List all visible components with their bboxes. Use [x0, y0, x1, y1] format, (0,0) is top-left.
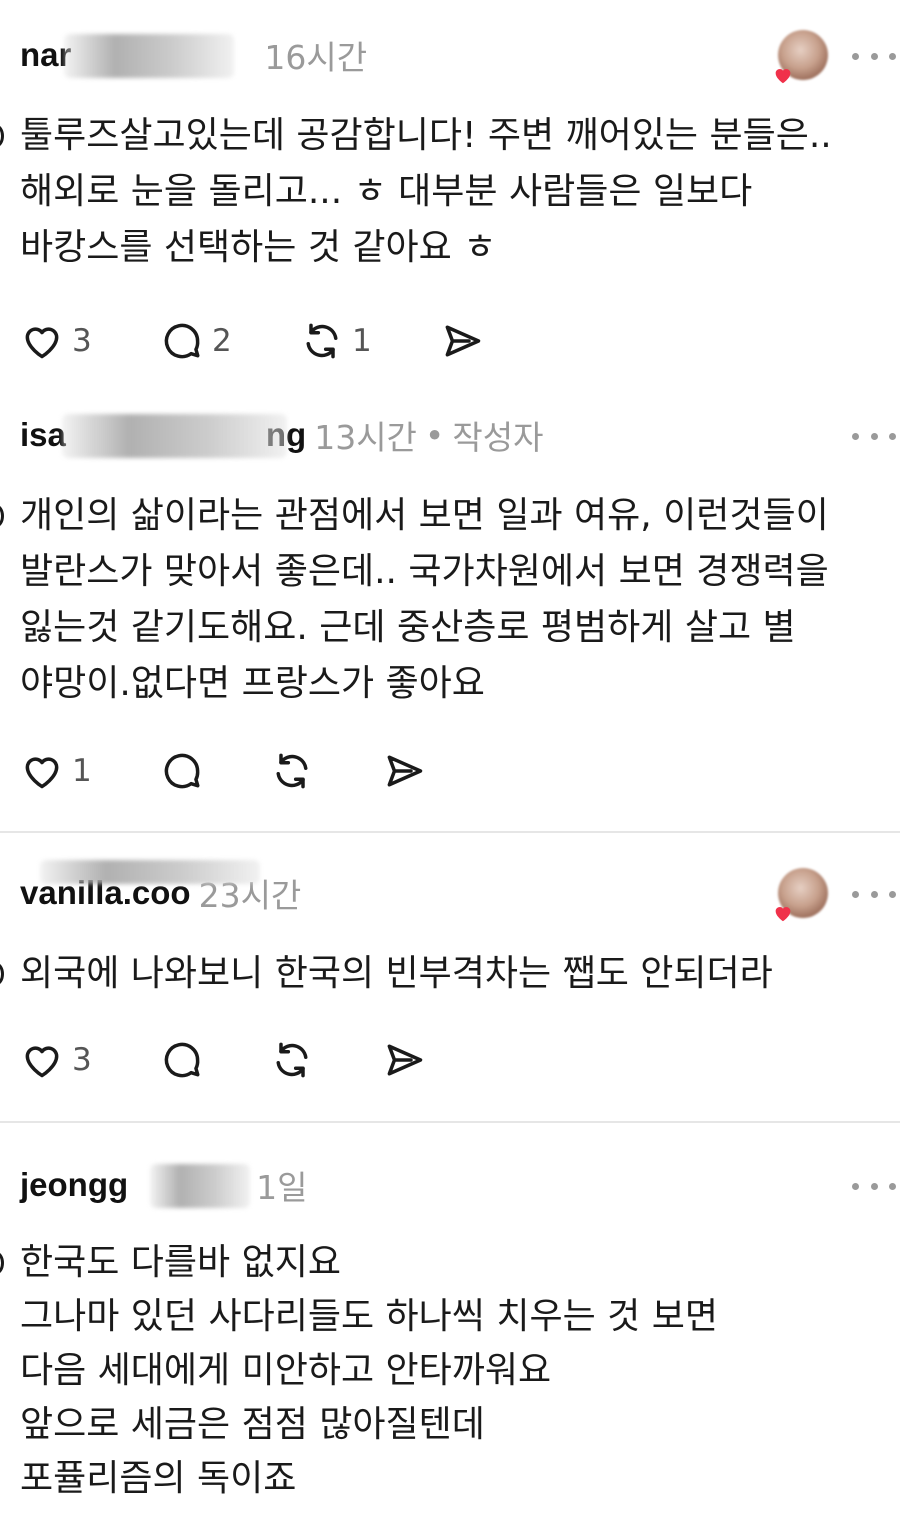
comment-body: 외국에 나와보니 한국의 빈부격차는 쨉도 안되더라 [0, 946, 773, 1002]
redacted-username [62, 414, 287, 458]
body-line: 잃는것 같기도해요. 근데 중산층로 평범하게 살고 별 [20, 607, 796, 648]
timestamp: 1일 [256, 1168, 308, 1207]
body-line: 그나마 있던 사다리들도 하나씩 치우는 것 보면 [20, 1296, 718, 1337]
reply-button[interactable]: 2 [160, 317, 232, 365]
heart-filled-icon [775, 69, 791, 84]
more-options-button[interactable] [852, 888, 896, 900]
like-button[interactable]: 3 [20, 1036, 92, 1084]
like-count: 1 [72, 753, 92, 789]
author-liked-avatar [770, 868, 828, 924]
share-button[interactable] [382, 747, 426, 795]
comment-bubble-icon [164, 323, 200, 359]
thread-indicator [0, 1252, 4, 1274]
comment-body: 개인의 삶이라는 관점에서 보면 일과 여유, 이런것들이 발란스가 맞아서 좋… [0, 488, 829, 712]
body-line: 발란스가 맞아서 좋은데.. 국가차원에서 보면 경쟁력을 [20, 551, 829, 592]
heart-icon [25, 327, 59, 359]
like-count: 3 [72, 1042, 92, 1078]
comment-body: 한국도 다를바 없지요 그나마 있던 사다리들도 하나씩 치우는 것 보면 다음… [0, 1236, 718, 1506]
separator-dot: • [424, 415, 445, 455]
heart-icon [25, 757, 59, 789]
more-options-button[interactable] [852, 50, 896, 62]
heart-filled-icon [775, 907, 791, 922]
repost-button[interactable]: 1 [300, 317, 372, 365]
like-count: 3 [72, 323, 92, 359]
timestamp: 13시간 [314, 418, 417, 457]
reply-button[interactable] [160, 1036, 204, 1084]
comment-bubble-icon [164, 1042, 200, 1078]
body-line: 야망이.없다면 프랑스가 좋아요 [20, 663, 485, 704]
share-button[interactable] [382, 1036, 426, 1084]
reply-count: 2 [212, 323, 232, 359]
author-liked-avatar [770, 30, 828, 86]
author-badge: 작성자 [452, 418, 544, 457]
body-line: 포퓰리즘의 독이죠 [20, 1458, 297, 1499]
repost-button[interactable] [270, 1036, 314, 1084]
body-line: 다음 세대에게 미안하고 안타까워요 [20, 1350, 552, 1391]
timestamp: 16시간 [264, 38, 368, 77]
reply-button[interactable] [160, 747, 204, 795]
send-icon [387, 755, 423, 787]
comment-divider [0, 1121, 900, 1123]
more-options-button[interactable] [852, 430, 896, 442]
share-button[interactable] [440, 317, 484, 365]
body-line: 앞으로 세금은 점점 많아질텐데 [20, 1404, 485, 1445]
thread-indicator [0, 963, 4, 985]
redacted-username [64, 34, 234, 78]
comment-bubble-icon [164, 753, 200, 789]
body-line: 외국에 나와보니 한국의 빈부격차는 쨉도 안되더라 [20, 953, 773, 994]
redacted-username [150, 1164, 250, 1208]
repost-icon [306, 323, 338, 359]
send-icon [387, 1044, 423, 1076]
repost-button[interactable] [270, 747, 314, 795]
body-line: 개인의 삶이라는 관점에서 보면 일과 여유, 이런것들이 [20, 495, 829, 536]
repost-icon [276, 753, 308, 789]
body-line: 바캉스를 선택하는 것 같아요 ㅎ [20, 227, 497, 268]
body-line: 한국도 다를바 없지요 [20, 1242, 341, 1283]
thread-indicator [0, 125, 4, 147]
redacted-username [40, 860, 260, 884]
comment-body: 툴루즈살고있는데 공감합니다! 주변 깨어있는 분들은.. 해외로 눈을 돌리고… [0, 108, 832, 276]
more-options-button[interactable] [852, 1180, 896, 1192]
like-button[interactable]: 1 [20, 747, 92, 795]
thread-indicator [0, 505, 4, 527]
body-line: 해외로 눈을 돌리고... ㅎ 대부분 사람들은 일보다 [20, 171, 753, 212]
comment-divider [0, 831, 900, 833]
repost-icon [276, 1042, 308, 1078]
body-line: 툴루즈살고있는데 공감합니다! 주변 깨어있는 분들은.. [20, 115, 832, 156]
send-icon [445, 325, 481, 357]
repost-count: 1 [352, 323, 372, 359]
like-button[interactable]: 3 [20, 317, 92, 365]
heart-icon [25, 1046, 59, 1078]
